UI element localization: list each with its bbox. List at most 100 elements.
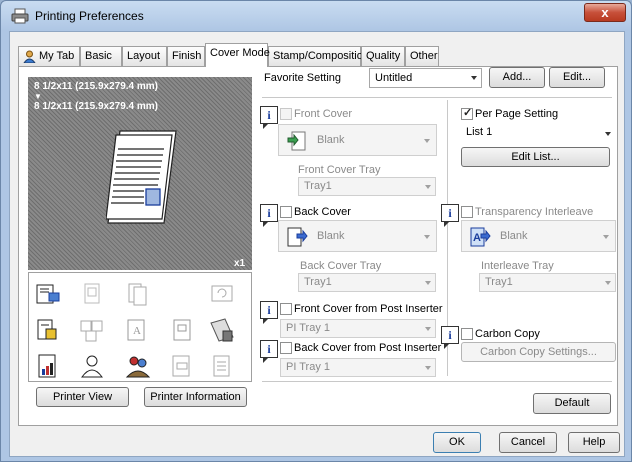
help-label: Help	[582, 436, 606, 448]
tab-other[interactable]: Other	[405, 46, 439, 66]
finisher-icon[interactable]	[209, 317, 235, 343]
info-icon[interactable]: i	[260, 204, 278, 227]
carbon-copy-settings-button[interactable]: Carbon Copy Settings...	[461, 342, 616, 362]
back-cover-select[interactable]: Blank	[278, 220, 437, 252]
info-icon[interactable]: i	[260, 340, 278, 363]
interleave-tray-value: Tray1	[485, 276, 513, 288]
chevron-down-icon	[425, 280, 431, 285]
front-cover-pi-label: Front Cover from Post Inserter	[294, 303, 443, 315]
blank-cover-icon	[287, 131, 306, 151]
help-button[interactable]: Help	[568, 432, 620, 453]
transparency-interleave-label: Transparency Interleave	[475, 206, 594, 218]
back-cover-tray-select[interactable]: Tray1	[298, 273, 436, 292]
chevron-down-icon	[424, 235, 430, 239]
duplex-faded-icon[interactable]	[125, 281, 151, 307]
per-page-setting-checkbox[interactable]	[461, 106, 473, 120]
cancel-button[interactable]: Cancel	[499, 432, 557, 453]
edit-list-button[interactable]: Edit List...	[461, 147, 610, 167]
ok-button[interactable]: OK	[433, 432, 481, 453]
tab-quality[interactable]: Quality	[361, 46, 405, 66]
edit-list-label: Edit List...	[511, 151, 560, 163]
users-group-icon[interactable]	[125, 353, 151, 379]
printer-icon	[11, 8, 29, 24]
printer-information-button[interactable]: Printer Information	[144, 387, 247, 407]
front-cover-pi-select[interactable]: PI Tray 1	[280, 319, 436, 338]
transparency-interleave-select[interactable]: A Blank	[461, 220, 616, 252]
chevron-down-icon	[605, 131, 611, 136]
carbon-copy-checkbox[interactable]	[461, 328, 473, 340]
rotate-faded-icon[interactable]	[209, 281, 235, 307]
svg-text:A: A	[473, 232, 481, 244]
front-cover-pi-checkbox[interactable]	[280, 303, 292, 315]
separator	[262, 381, 612, 382]
edit-label: Edit...	[562, 71, 592, 83]
tab-layout[interactable]: Layout	[122, 46, 167, 66]
tab-label: Finish	[172, 50, 202, 62]
template-faded-icon[interactable]	[169, 353, 195, 379]
chevron-down-icon	[425, 326, 431, 331]
info-icon[interactable]: i	[260, 301, 278, 324]
chevron-down-icon	[425, 184, 431, 189]
tab-label: Stamp/Composition	[273, 50, 369, 62]
tab-label: Quality	[366, 50, 401, 62]
tab-basic[interactable]: Basic	[80, 46, 122, 66]
back-cover-pi-label: Back Cover from Post Inserter	[294, 342, 442, 354]
ok-label: OK	[449, 436, 465, 448]
document-color-icon[interactable]	[35, 317, 61, 343]
add-label: Add...	[502, 71, 532, 83]
tab-label: Layout	[127, 50, 161, 62]
favorite-setting-select[interactable]: Untitled	[369, 68, 482, 88]
blank-cover-icon	[287, 227, 308, 247]
printer-view-button[interactable]: Printer View	[36, 387, 129, 407]
transparency-interleave-checkbox[interactable]	[461, 206, 473, 218]
svg-text:A: A	[133, 325, 141, 337]
tab-finish[interactable]: Finish	[167, 46, 205, 66]
user-auth-icon[interactable]	[79, 353, 105, 379]
back-cover-pi-select[interactable]: PI Tray 1	[280, 358, 436, 377]
add-button[interactable]: Add...	[489, 67, 545, 88]
copies-count: x1	[234, 258, 246, 269]
front-cover-checkbox[interactable]	[280, 108, 292, 120]
back-cover-pi-checkbox[interactable]	[280, 342, 292, 354]
front-cover-tray-value: Tray1	[304, 180, 332, 192]
chevron-down-icon	[425, 365, 431, 370]
per-page-list-select[interactable]: List 1	[461, 124, 615, 143]
back-cover-tray-value: Tray1	[304, 276, 332, 288]
close-button[interactable]: x	[584, 3, 626, 22]
default-button[interactable]: Default	[533, 393, 611, 414]
interleave-tray-label: Interleave Tray	[481, 260, 554, 272]
front-cover-select[interactable]: Blank	[278, 124, 437, 156]
stamp-faded-icon[interactable]: A	[125, 317, 151, 343]
tab-stamp-composition[interactable]: Stamp/Composition	[268, 46, 369, 66]
stack-faded-icon[interactable]	[209, 353, 235, 379]
tab-label: Other	[410, 50, 438, 62]
back-cover-pi-value: PI Tray 1	[286, 361, 331, 373]
chevron-down-icon	[471, 76, 477, 80]
pages-faded-icon[interactable]	[79, 281, 105, 307]
carbon-copy-settings-label: Carbon Copy Settings...	[480, 346, 597, 358]
tab-cover-mode[interactable]: Cover Mode	[205, 43, 270, 67]
chevron-down-icon	[424, 139, 430, 143]
default-label: Default	[554, 397, 590, 409]
back-cover-tray-label: Back Cover Tray	[300, 260, 382, 272]
printer-view-label: Printer View	[52, 391, 113, 403]
interleave-tray-select[interactable]: Tray1	[479, 273, 616, 292]
color-chart-icon[interactable]	[35, 353, 61, 379]
function-icon-grid: A	[28, 272, 252, 382]
close-icon: x	[601, 5, 609, 20]
page-faded-icon[interactable]	[169, 317, 195, 343]
paper-arrow: ▼	[34, 92, 42, 101]
print-to-paper-icon[interactable]	[35, 281, 61, 307]
info-icon[interactable]: i	[260, 106, 278, 129]
tab-my-tab[interactable]: My Tab	[18, 46, 80, 66]
tab-label: Cover Mode	[210, 47, 270, 59]
chevron-down-icon	[603, 235, 609, 239]
booklet-faded-icon[interactable]	[79, 317, 105, 343]
info-icon[interactable]: i	[441, 326, 459, 349]
front-cover-tray-select[interactable]: Tray1	[298, 177, 436, 196]
edit-button[interactable]: Edit...	[549, 67, 605, 88]
title-bar[interactable]: Printing Preferences x	[1, 1, 631, 31]
back-cover-checkbox[interactable]	[280, 206, 292, 218]
info-icon[interactable]: i	[441, 204, 459, 227]
window-title: Printing Preferences	[35, 9, 144, 23]
